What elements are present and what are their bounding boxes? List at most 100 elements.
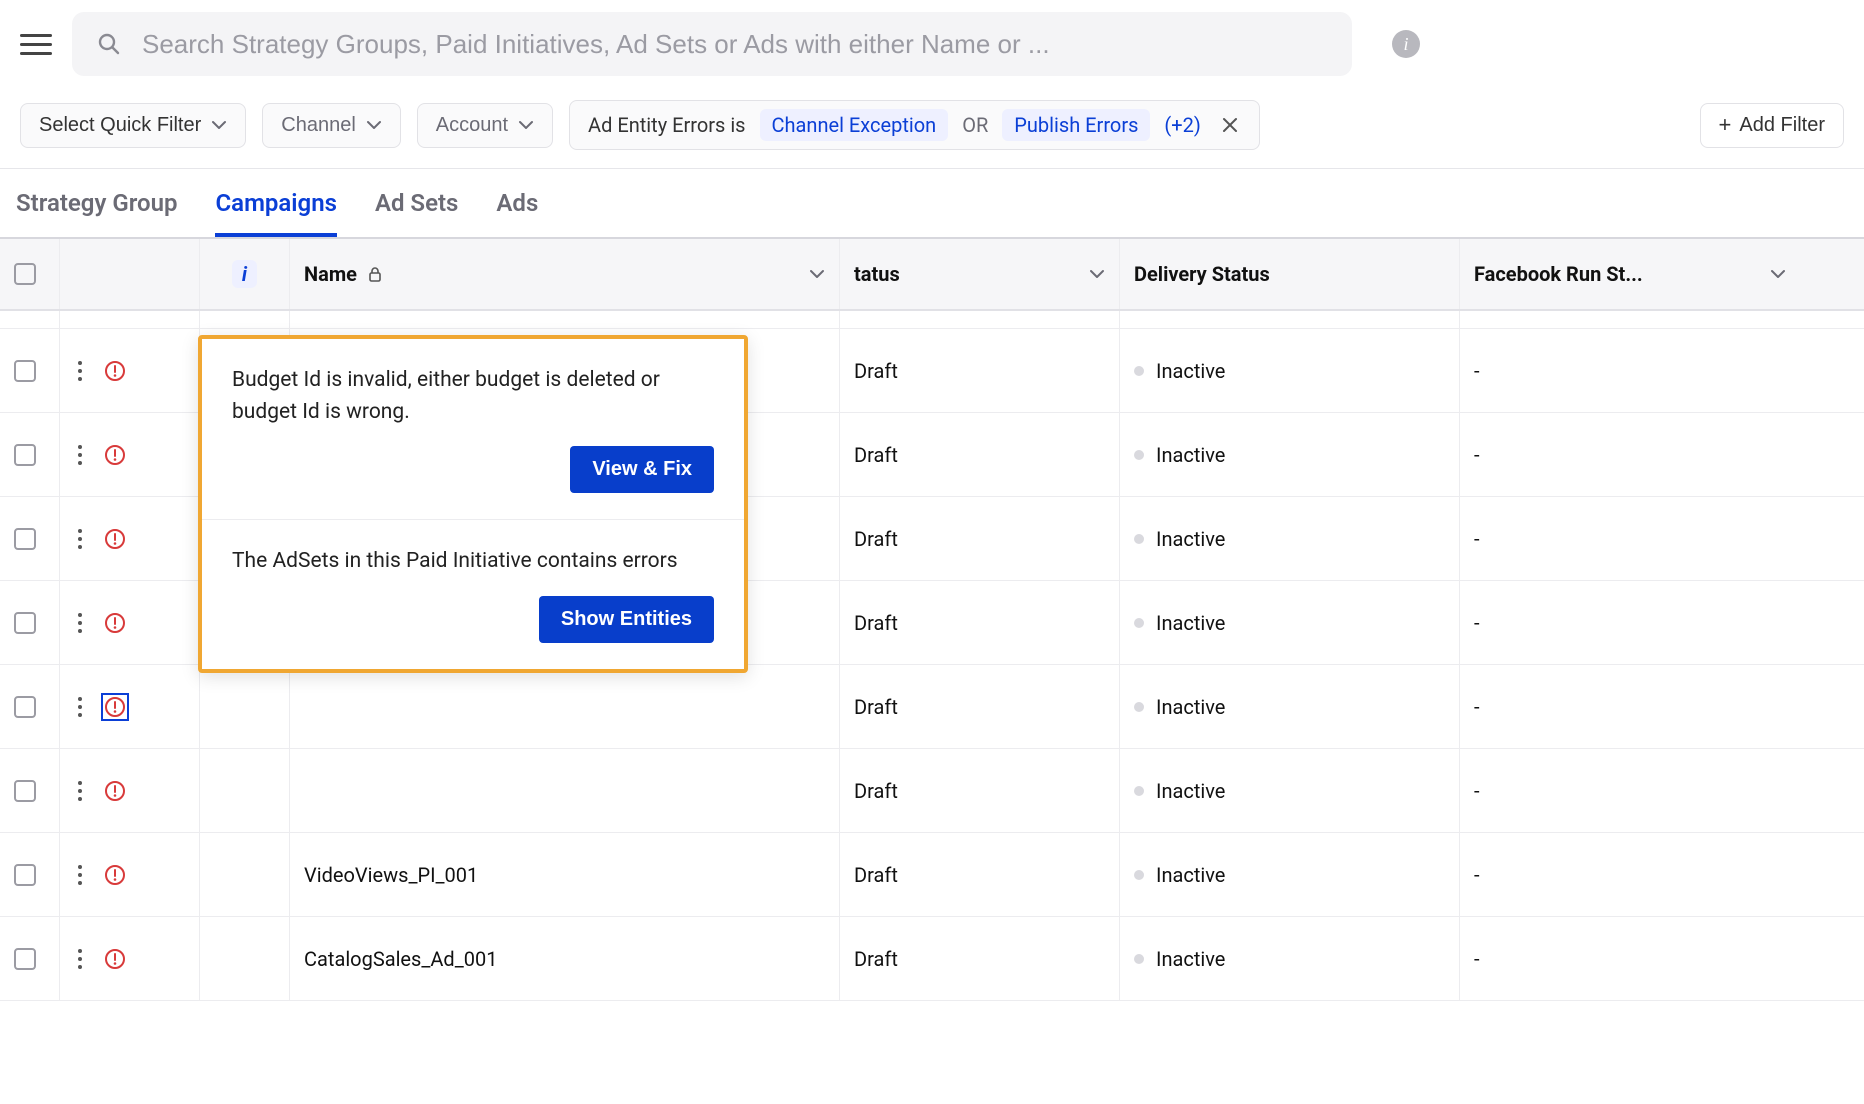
row-status: Draft: [854, 695, 898, 719]
tab-ads[interactable]: Ads: [496, 189, 538, 237]
info-cell: [200, 665, 290, 748]
status-cell: Draft: [840, 917, 1120, 1000]
entity-errors-filter[interactable]: Ad Entity Errors is Channel Exception OR…: [569, 100, 1260, 150]
table-row-partial: [0, 311, 1864, 329]
campaigns-table: i Name tatus Delivery Status Facebook Ru…: [0, 237, 1864, 1001]
clear-filter-icon[interactable]: [1215, 116, 1245, 134]
add-filter-button[interactable]: + Add Filter: [1700, 103, 1844, 148]
row-status: Draft: [854, 863, 898, 887]
kebab-menu-icon[interactable]: [74, 441, 86, 469]
row-delivery: Inactive: [1156, 947, 1225, 971]
row-checkbox[interactable]: [14, 948, 36, 970]
error-icon[interactable]: [104, 864, 126, 886]
table-row: DraftInactive-: [0, 749, 1864, 833]
error-icon[interactable]: [104, 444, 126, 466]
name-cell[interactable]: VideoViews_PI_001: [290, 833, 840, 916]
row-checkbox[interactable]: [14, 612, 36, 634]
name-cell[interactable]: CatalogSales_Ad_001: [290, 917, 840, 1000]
row-fb-status: -: [1474, 947, 1480, 971]
chevron-down-icon[interactable]: [809, 266, 825, 282]
tab-ad-sets[interactable]: Ad Sets: [375, 189, 458, 237]
error-icon[interactable]: [104, 612, 126, 634]
select-all-checkbox[interactable]: [14, 263, 36, 285]
search-input[interactable]: [142, 29, 1328, 60]
status-cell: Draft: [840, 665, 1120, 748]
row-fb-status: -: [1474, 863, 1480, 887]
delivery-cell: Inactive: [1120, 581, 1460, 664]
error-icon[interactable]: [104, 360, 126, 382]
info-cell: [200, 833, 290, 916]
kebab-menu-icon[interactable]: [74, 525, 86, 553]
fb-run-status-cell: -: [1460, 413, 1800, 496]
or-operator-label: OR: [958, 113, 992, 137]
error-icon[interactable]: [104, 780, 126, 802]
fb-run-status-cell: -: [1460, 665, 1800, 748]
chip-more-count[interactable]: (+2): [1160, 113, 1204, 137]
header-name-label: Name: [304, 262, 357, 286]
error-popover: Budget Id is invalid, either budget is d…: [198, 335, 748, 673]
popover-section-budget: Budget Id is invalid, either budget is d…: [202, 339, 744, 519]
name-cell[interactable]: [290, 749, 840, 832]
error-icon[interactable]: [104, 528, 126, 550]
header-fb-run-status-cell[interactable]: Facebook Run St...: [1460, 239, 1800, 309]
kebab-menu-icon[interactable]: [74, 693, 86, 721]
row-checkbox[interactable]: [14, 780, 36, 802]
actions-cell: [60, 497, 200, 580]
row-delivery: Inactive: [1156, 359, 1225, 383]
lock-icon: [367, 266, 383, 282]
name-cell[interactable]: [290, 665, 840, 748]
chevron-down-icon[interactable]: [1089, 266, 1105, 282]
tab-strategy-group[interactable]: Strategy Group: [16, 189, 177, 237]
show-entities-button[interactable]: Show Entities: [539, 596, 714, 643]
chip-publish-errors[interactable]: Publish Errors: [1002, 109, 1150, 141]
row-fb-status: -: [1474, 611, 1480, 635]
menu-hamburger-icon[interactable]: [20, 30, 52, 58]
chip-channel-exception[interactable]: Channel Exception: [760, 109, 949, 141]
header-delivery-cell[interactable]: Delivery Status: [1120, 239, 1460, 309]
popover-adsets-message: The AdSets in this Paid Initiative conta…: [232, 546, 714, 578]
account-filter-button[interactable]: Account: [417, 103, 553, 148]
kebab-menu-icon[interactable]: [74, 777, 86, 805]
header-name-cell[interactable]: Name: [290, 239, 840, 309]
actions-cell: [60, 581, 200, 664]
channel-filter-button[interactable]: Channel: [262, 103, 401, 148]
chevron-down-icon[interactable]: [1770, 266, 1786, 282]
status-cell: Draft: [840, 329, 1120, 412]
kebab-menu-icon[interactable]: [74, 357, 86, 385]
row-checkbox[interactable]: [14, 696, 36, 718]
row-checkbox[interactable]: [14, 360, 36, 382]
tab-campaigns[interactable]: Campaigns: [215, 189, 336, 237]
header-status-cell[interactable]: tatus: [840, 239, 1120, 309]
status-cell: Draft: [840, 833, 1120, 916]
chevron-down-icon: [518, 117, 534, 133]
row-checkbox[interactable]: [14, 444, 36, 466]
actions-cell: [60, 917, 200, 1000]
status-dot-icon: [1134, 870, 1144, 880]
status-dot-icon: [1134, 954, 1144, 964]
row-delivery: Inactive: [1156, 527, 1225, 551]
kebab-menu-icon[interactable]: [74, 861, 86, 889]
status-cell: Draft: [840, 749, 1120, 832]
checkbox-cell: [0, 413, 60, 496]
quick-filter-button[interactable]: Select Quick Filter: [20, 103, 246, 148]
header-delivery-label: Delivery Status: [1134, 262, 1270, 286]
view-and-fix-button[interactable]: View & Fix: [570, 446, 714, 493]
kebab-menu-icon[interactable]: [74, 609, 86, 637]
info-icon[interactable]: [1392, 30, 1420, 58]
quick-filter-label: Select Quick Filter: [39, 114, 201, 137]
chevron-down-icon: [211, 117, 227, 133]
kebab-menu-icon[interactable]: [74, 945, 86, 973]
actions-cell: [60, 833, 200, 916]
checkbox-cell: [0, 497, 60, 580]
error-icon[interactable]: [104, 948, 126, 970]
checkbox-cell: [0, 749, 60, 832]
error-icon[interactable]: [104, 696, 126, 718]
row-delivery: Inactive: [1156, 863, 1225, 887]
row-checkbox[interactable]: [14, 864, 36, 886]
info-column-badge: i: [232, 260, 257, 288]
status-cell: Draft: [840, 413, 1120, 496]
row-name: CatalogSales_Ad_001: [304, 947, 497, 971]
row-checkbox[interactable]: [14, 528, 36, 550]
plus-icon: +: [1719, 114, 1732, 136]
actions-cell: [60, 413, 200, 496]
